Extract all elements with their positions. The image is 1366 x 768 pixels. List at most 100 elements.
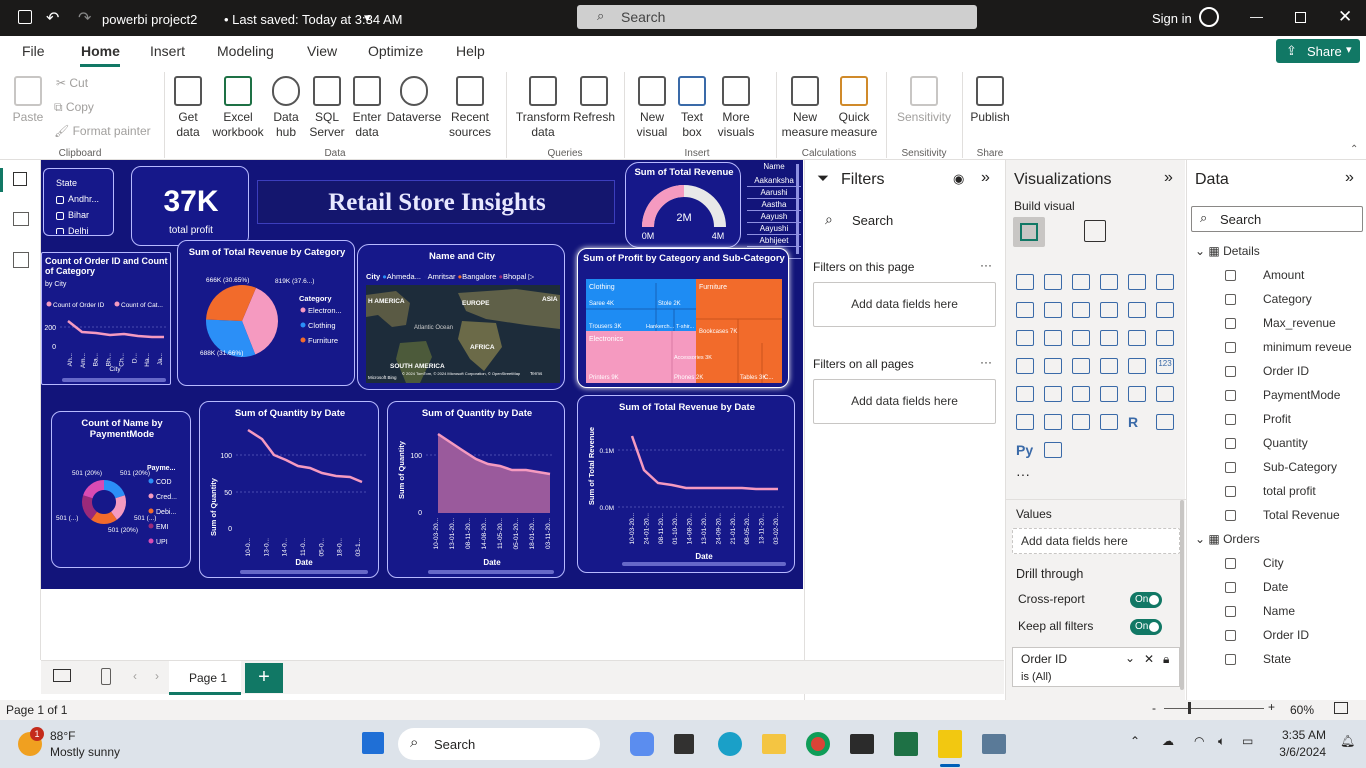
zoom-slider[interactable] <box>1164 708 1264 709</box>
slicer-item[interactable]: Aayush <box>747 211 801 223</box>
sql-server-button[interactable]: SQL Server <box>308 76 346 140</box>
donut-chart-visual[interactable]: Count of Name by PaymentMode 501 (20%) 5… <box>51 411 191 568</box>
collapse-ribbon-icon[interactable]: ⌃ <box>1350 144 1358 155</box>
visual-type-icon[interactable] <box>1100 330 1118 346</box>
chrome-icon[interactable] <box>806 732 830 756</box>
scrollbar[interactable] <box>428 570 554 574</box>
slicer-item[interactable]: Abhijeet <box>747 235 801 247</box>
visual-type-icon[interactable] <box>1128 330 1146 346</box>
pie-chart-visual[interactable]: Sum of Total Revenue by Category 666K (3… <box>177 240 355 386</box>
tab-optimize[interactable]: Optimize <box>368 43 423 59</box>
field-checkbox[interactable] <box>1225 438 1236 449</box>
field-item[interactable]: PaymentMode <box>1263 388 1340 402</box>
visual-type-icon[interactable] <box>1128 358 1146 374</box>
field-checkbox[interactable] <box>1225 654 1236 665</box>
minimize-icon[interactable]: — <box>1250 9 1263 24</box>
visual-type-icon[interactable] <box>1044 330 1062 346</box>
eye-icon[interactable]: ◉ <box>953 171 964 187</box>
filter-search-input[interactable]: Search <box>852 213 893 228</box>
state-slicer[interactable]: State Andhr... Bihar Delhi <box>43 168 114 236</box>
clock-date[interactable]: 3/6/2024 <box>1270 745 1326 759</box>
zoom-in-icon[interactable]: + <box>1268 700 1275 714</box>
visual-type-icon[interactable] <box>1016 414 1034 430</box>
field-checkbox[interactable] <box>1225 606 1236 617</box>
new-measure-button[interactable]: New measure <box>780 76 830 140</box>
lock-icon[interactable]: 🔒︎ <box>1163 652 1169 667</box>
cross-report-toggle[interactable]: On <box>1130 592 1162 608</box>
visual-type-icon[interactable] <box>1128 386 1146 402</box>
quick-measure-button[interactable]: Quick measure <box>830 76 878 140</box>
visual-type-icon[interactable] <box>1044 386 1062 402</box>
edge-icon[interactable] <box>718 732 742 756</box>
task-view-icon[interactable] <box>674 734 694 754</box>
zoom-level[interactable]: 60% <box>1290 703 1314 717</box>
collapse-icon[interactable]: » <box>981 169 990 187</box>
dataverse-button[interactable]: Dataverse <box>386 76 442 125</box>
slicer-item[interactable]: Aastha <box>747 199 801 211</box>
share-button[interactable]: ⇪ Share ▾ <box>1276 39 1360 63</box>
field-checkbox[interactable] <box>1225 342 1236 353</box>
build-visual-tab[interactable] <box>1013 217 1045 247</box>
sign-in-button[interactable]: Sign in <box>1152 11 1192 26</box>
visual-type-icon[interactable] <box>1100 358 1118 374</box>
mobile-layout-icon[interactable] <box>101 668 111 685</box>
field-item[interactable]: Total Revenue <box>1263 508 1340 522</box>
undo-icon[interactable]: ↶ <box>46 8 59 28</box>
visual-type-icon[interactable] <box>1128 302 1146 318</box>
page-tab-active[interactable]: Page 1 <box>169 661 241 695</box>
field-checkbox[interactable] <box>1225 390 1236 401</box>
visual-type-icon[interactable] <box>1156 330 1174 346</box>
field-checkbox[interactable] <box>1225 366 1236 377</box>
chevron-up-icon[interactable]: ⌃ <box>1130 734 1140 748</box>
volume-icon[interactable]: 🔈︎ <box>1218 734 1225 749</box>
name-slicer[interactable]: Name Aakanksha Aarushi Aastha Aayush Aayushi… <box>747 162 801 260</box>
visual-type-icon[interactable] <box>1016 330 1034 346</box>
scrollbar[interactable] <box>622 562 786 566</box>
tab-modeling[interactable]: Modeling <box>217 43 274 59</box>
slicer-item[interactable]: Andhr... <box>56 194 99 204</box>
field-item[interactable]: Date <box>1263 580 1288 594</box>
scrollbar[interactable] <box>240 570 368 574</box>
taskbar-search[interactable]: ⌕ Search <box>398 728 600 760</box>
visual-type-icon[interactable] <box>1100 386 1118 402</box>
slicer-item[interactable]: Aarushi <box>747 187 801 199</box>
tab-insert[interactable]: Insert <box>150 43 185 59</box>
enter-data-button[interactable]: Enter data <box>350 76 384 140</box>
visual-type-icon[interactable] <box>1100 302 1118 318</box>
scrollbar[interactable] <box>1180 500 1184 690</box>
more-visuals-button[interactable]: More visuals <box>712 76 760 140</box>
fit-to-page-icon[interactable] <box>1334 702 1348 714</box>
visual-type-icon[interactable] <box>1156 302 1174 318</box>
field-checkbox[interactable] <box>1225 630 1236 641</box>
collapse-icon[interactable]: » <box>1164 169 1173 187</box>
global-search[interactable]: ⌕ Search <box>577 5 977 29</box>
paste-button[interactable]: Paste <box>12 76 44 125</box>
chevron-down-icon[interactable]: ⌄ <box>1125 651 1135 665</box>
copy-button[interactable]: ⧉ Copy <box>54 100 94 115</box>
field-item[interactable]: Name <box>1263 604 1295 618</box>
clear-filter-icon[interactable]: ✕ <box>1144 652 1154 666</box>
add-page-button[interactable]: + <box>245 663 283 693</box>
tab-view[interactable]: View <box>307 43 337 59</box>
field-item[interactable]: Order ID <box>1263 364 1309 378</box>
field-item[interactable]: total profit <box>1263 484 1316 498</box>
battery-icon[interactable]: ▭ <box>1242 734 1253 748</box>
tab-home[interactable]: Home <box>81 43 120 59</box>
recent-sources-button[interactable]: Recent sources <box>442 76 498 140</box>
slicer-item[interactable]: Delhi <box>56 226 89 234</box>
visual-type-icon[interactable]: 123 <box>1156 358 1174 374</box>
slicer-item[interactable]: Bihar <box>56 210 89 220</box>
visual-type-icon[interactable]: Py <box>1016 442 1034 458</box>
prev-page-icon[interactable]: ‹ <box>133 669 137 683</box>
text-box-button[interactable]: Text box <box>674 76 710 140</box>
slicer-item[interactable]: Aayushi <box>747 223 801 235</box>
sensitivity-button[interactable]: Sensitivity <box>892 76 956 125</box>
visual-type-icon[interactable] <box>1044 302 1062 318</box>
visual-type-icon[interactable] <box>1044 274 1062 290</box>
scrollbar[interactable] <box>62 378 166 382</box>
donut-slice[interactable] <box>83 480 104 499</box>
field-item[interactable]: City <box>1263 556 1284 570</box>
network-off-icon[interactable]: ☁ <box>1162 734 1174 748</box>
field-item[interactable]: Sub-Category <box>1263 460 1337 474</box>
checkbox[interactable] <box>56 227 64 234</box>
